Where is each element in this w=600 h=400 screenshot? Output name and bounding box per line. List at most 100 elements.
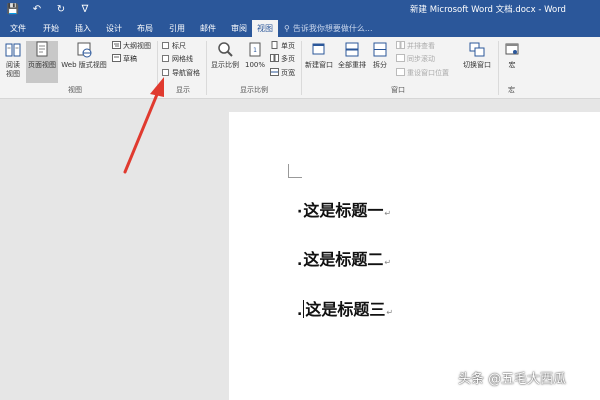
page-width-label: 页宽 [281, 69, 295, 77]
ribbon: 阅读视图 页面视图 Web 版式视图 大纲视图 草稿 视图 标尺 网格线 导航窗… [0, 37, 600, 99]
svg-text:1: 1 [253, 47, 257, 54]
heading-1[interactable]: ·这是标题一↵ [297, 201, 391, 224]
zoom-100-icon: 1 [249, 42, 261, 57]
print-layout-label: 页面视图 [28, 61, 56, 69]
list-bullet: . [297, 253, 303, 269]
gridlines-checkbox[interactable]: 网格线 [162, 54, 193, 65]
arrange-all-label: 全部重排 [338, 61, 366, 69]
new-window-label: 新建窗口 [305, 61, 333, 69]
show-group-label: 显示 [176, 86, 190, 94]
list-bullet: . [297, 303, 303, 319]
nav-pane-label: 导航窗格 [172, 69, 200, 77]
gridlines-check-box[interactable] [162, 55, 169, 62]
heading-2[interactable]: .这是标题二↵ [297, 250, 391, 273]
heading-3-text: 这是标题三 [305, 300, 386, 319]
draft-button[interactable]: 草稿 [112, 54, 137, 65]
quick-access-toolbar: 💾 ↶ ↻ ∇ [6, 3, 92, 17]
paragraph-mark: ↵ [384, 209, 392, 218]
margin-corner-mark [288, 164, 302, 178]
ruler-check-box[interactable] [162, 42, 169, 49]
heading-2-text: 这是标题二 [303, 250, 384, 269]
watermark: 头条 @五毛大西瓜 [458, 372, 567, 387]
tab-mailings[interactable]: 邮件 [195, 20, 221, 37]
heading-3[interactable]: . 这是标题三↵ [297, 300, 393, 323]
macros-button[interactable]: 宏 [501, 41, 523, 83]
split-icon [373, 42, 387, 57]
tell-me-text: 告诉我你想要做什么... [292, 24, 373, 33]
synchronous-scrolling-button[interactable]: 同步滚动 [396, 54, 435, 65]
print-layout-icon [36, 41, 48, 57]
page-width-button[interactable]: 页宽 [270, 68, 295, 79]
multiple-pages-button[interactable]: 多页 [270, 54, 295, 65]
group-divider [301, 41, 302, 95]
tab-layout[interactable]: 布局 [132, 20, 158, 37]
print-layout-button[interactable]: 页面视图 [26, 41, 58, 83]
read-mode-icon [5, 43, 21, 57]
macros-label: 宏 [508, 61, 516, 69]
outline-label: 大纲视图 [123, 42, 151, 50]
outline-button[interactable]: 大纲视图 [112, 41, 151, 52]
zoom-button[interactable]: 显示比例 [209, 41, 241, 83]
new-window-button[interactable]: 新建窗口 [303, 41, 335, 83]
ribbon-tabs: 文件 开始 插入 设计 布局 引用 邮件 审阅 视图 ⚲ 告诉我你想要做什么... [0, 20, 600, 37]
arrange-all-button[interactable]: 全部重排 [336, 41, 368, 83]
sync-scroll-icon [396, 54, 405, 62]
magnifier-icon [218, 42, 233, 57]
multiple-pages-label: 多页 [281, 55, 295, 63]
web-layout-label: Web 版式视图 [61, 61, 107, 69]
one-page-label: 单页 [281, 42, 295, 50]
paragraph-mark: ↵ [384, 258, 392, 267]
view-side-by-side-button[interactable]: 并排查看 [396, 41, 435, 52]
new-window-icon [312, 43, 325, 55]
web-layout-icon [77, 42, 92, 58]
draft-icon [112, 54, 121, 62]
arrange-all-icon [345, 42, 359, 57]
reset-position-label: 重设窗口位置 [407, 69, 449, 77]
tab-references[interactable]: 引用 [164, 20, 190, 37]
outline-icon [112, 41, 121, 49]
undo-icon[interactable]: ↶ [30, 3, 44, 17]
paragraph-mark: ↵ [386, 308, 394, 317]
tab-insert[interactable]: 插入 [70, 20, 96, 37]
heading-1-text: 这是标题一 [303, 201, 384, 220]
customize-qat-icon[interactable]: ∇ [78, 3, 92, 17]
tab-review[interactable]: 审阅 [226, 20, 252, 37]
gridlines-label: 网格线 [172, 55, 193, 63]
tab-file[interactable]: 文件 [5, 20, 31, 37]
document-page[interactable]: ·这是标题一↵ .这是标题二↵ . 这是标题三↵ [229, 112, 600, 400]
zoom-label: 显示比例 [211, 61, 239, 69]
read-mode-button[interactable]: 阅读视图 [2, 41, 24, 83]
tell-me-box[interactable]: ⚲ 告诉我你想要做什么... [284, 20, 373, 37]
nav-pane-check-box[interactable] [162, 69, 169, 76]
views-group-label: 视图 [68, 86, 82, 94]
tab-design[interactable]: 设计 [101, 20, 127, 37]
group-divider [498, 41, 499, 95]
side-by-side-icon [396, 41, 405, 49]
zoom-100-button[interactable]: 1 100% [243, 41, 267, 83]
save-icon[interactable]: 💾 [6, 3, 20, 17]
one-page-icon [271, 41, 278, 49]
nav-pane-checkbox[interactable]: 导航窗格 [162, 68, 200, 79]
zoom-100-label: 100% [244, 61, 265, 69]
sync-scroll-label: 同步滚动 [407, 55, 435, 63]
tab-view[interactable]: 视图 [252, 20, 278, 37]
web-layout-button[interactable]: Web 版式视图 [60, 41, 108, 83]
draft-label: 草稿 [123, 55, 137, 63]
one-page-button[interactable]: 单页 [270, 41, 295, 52]
tab-home[interactable]: 开始 [38, 20, 64, 37]
switch-windows-icon [469, 42, 485, 57]
multiple-pages-icon [270, 54, 279, 62]
group-divider [206, 41, 207, 95]
zoom-group-label: 显示比例 [240, 86, 268, 94]
reset-window-position-button[interactable]: 重设窗口位置 [396, 68, 449, 79]
window-group-label: 窗口 [391, 86, 405, 94]
read-mode-label: 阅读视图 [6, 61, 20, 78]
ruler-checkbox[interactable]: 标尺 [162, 41, 186, 52]
list-bullet: · [297, 204, 303, 220]
split-label: 拆分 [373, 61, 387, 69]
switch-windows-label: 切换窗口 [463, 61, 491, 69]
lightbulb-icon: ⚲ [284, 24, 290, 33]
redo-icon[interactable]: ↻ [54, 3, 68, 17]
switch-windows-button[interactable]: 切换窗口 [460, 41, 494, 83]
split-button[interactable]: 拆分 [369, 41, 391, 83]
